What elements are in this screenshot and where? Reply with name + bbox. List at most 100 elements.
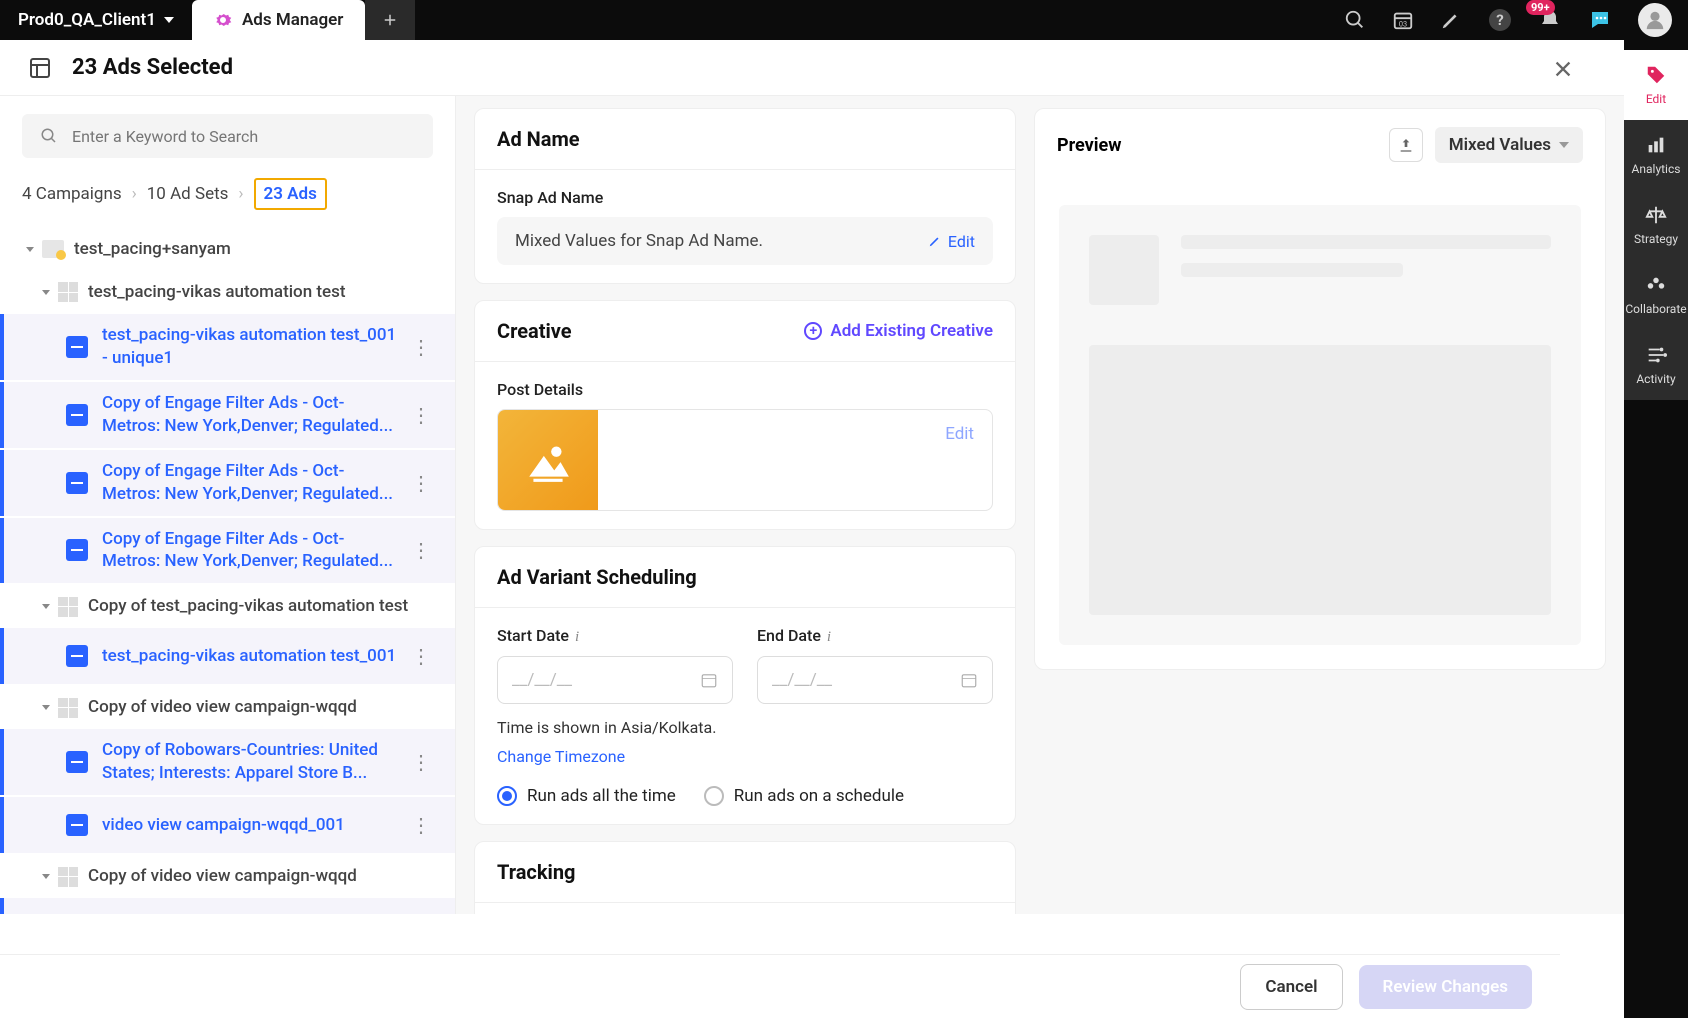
ad-icon — [66, 472, 88, 494]
add-creative-button[interactable]: +Add Existing Creative — [804, 321, 993, 341]
card-header: Ad Variant Scheduling — [475, 547, 1015, 608]
change-timezone-link[interactable]: Change Timezone — [497, 747, 625, 766]
post-edit-link[interactable]: Edit — [927, 410, 992, 510]
close-button[interactable] — [1546, 52, 1580, 90]
more-button[interactable]: ⋮ — [401, 750, 441, 774]
tracking-card: Tracking Impression Tag Urlsi — [474, 841, 1016, 914]
chat-button[interactable] — [1588, 8, 1612, 32]
search-input[interactable] — [72, 127, 415, 146]
rail-collaborate[interactable]: Collaborate — [1624, 260, 1688, 330]
tree-label: Copy of Engage Filter Ads - Oct-Metros: … — [102, 392, 401, 438]
card-header: Tracking — [475, 842, 1015, 903]
more-button[interactable]: ⋮ — [401, 538, 441, 562]
search-button[interactable] — [1344, 9, 1366, 31]
rail-analytics[interactable]: Analytics — [1624, 120, 1688, 190]
section-title: Ad Name — [497, 127, 580, 151]
schedule-radios: Run ads all the time Run ads on a schedu… — [497, 786, 993, 806]
help-button[interactable]: ? — [1488, 8, 1512, 32]
timezone-text: Time is shown in Asia/Kolkata. — [497, 718, 993, 737]
more-button[interactable]: ⋮ — [401, 644, 441, 668]
end-date-input[interactable]: __/__/__ — [757, 656, 993, 704]
tree-ad[interactable]: Copy of Robowars-Countries: United⋮ — [0, 898, 455, 914]
card-header: Creative +Add Existing Creative — [475, 301, 1015, 362]
grid-icon — [58, 597, 78, 617]
start-date-col: Start Datei __/__/__ — [497, 626, 733, 704]
radio-all-time[interactable]: Run ads all the time — [497, 786, 676, 806]
rail-label: Analytics — [1632, 162, 1681, 176]
main-content: 4 Campaigns › 10 Ad Sets › 23 Ads test_p… — [0, 96, 1624, 914]
tree-adset[interactable]: test_pacing-vikas automation test — [0, 271, 455, 314]
card-body: Start Datei __/__/__ End Datei __/__/__ … — [475, 608, 1015, 824]
search-container — [0, 96, 455, 170]
info-icon[interactable]: i — [827, 629, 831, 645]
radio-icon — [704, 786, 724, 806]
tree-label: test_pacing+sanyam — [74, 238, 441, 261]
info-icon[interactable]: i — [575, 629, 579, 645]
tab-ads-manager[interactable]: Ads Manager — [192, 0, 365, 40]
tree-label: Copy of Engage Filter Ads - Oct-Metros: … — [102, 460, 401, 506]
more-button[interactable]: ⋮ — [401, 403, 441, 427]
date-row: Start Datei __/__/__ End Datei __/__/__ — [497, 626, 993, 704]
snap-ad-name-field[interactable]: Mixed Values for Snap Ad Name. Edit — [497, 217, 993, 265]
tree-campaign[interactable]: test_pacing+sanyam — [0, 228, 455, 271]
review-changes-button[interactable]: Review Changes — [1359, 965, 1532, 1009]
calendar-icon — [700, 671, 718, 689]
field-label: Post Details — [497, 380, 993, 399]
rail-activity[interactable]: Activity — [1624, 330, 1688, 400]
tree-ad[interactable]: Copy of Robowars-Countries: United State… — [0, 729, 455, 795]
more-button[interactable]: ⋮ — [401, 813, 441, 837]
notifications-button[interactable]: 99+ — [1538, 8, 1562, 32]
post-details-box: Edit — [497, 409, 993, 511]
section-title: Ad Variant Scheduling — [497, 565, 697, 589]
tree-adset[interactable]: Copy of test_pacing-vikas automation tes… — [0, 585, 455, 628]
tree-ad[interactable]: test_pacing-vikas automation test_001 - … — [0, 314, 455, 380]
new-tab-button[interactable] — [365, 0, 415, 40]
tree-ad[interactable]: Copy of Engage Filter Ads - Oct-Metros: … — [0, 382, 455, 448]
mixed-values-dropdown[interactable]: Mixed Values — [1435, 127, 1583, 163]
field-label: Start Datei — [497, 626, 733, 646]
tree-ad[interactable]: Copy of Engage Filter Ads - Oct-Metros: … — [0, 518, 455, 584]
radio-schedule[interactable]: Run ads on a schedule — [704, 786, 904, 806]
search-box[interactable] — [22, 114, 433, 158]
tree-ad[interactable]: Copy of Engage Filter Ads - Oct-Metros: … — [0, 450, 455, 516]
tree-ad[interactable]: video view campaign-wqqd_001⋮ — [0, 797, 455, 853]
upload-button[interactable] — [1389, 128, 1423, 162]
breadcrumb-ads[interactable]: 23 Ads — [254, 178, 327, 210]
tree-label: Copy of video view campaign-wqqd — [88, 696, 441, 719]
client-selector[interactable]: Prod0_QA_Client1 — [0, 10, 192, 30]
breadcrumb-campaigns[interactable]: 4 Campaigns — [22, 184, 122, 204]
left-sidebar: 4 Campaigns › 10 Ad Sets › 23 Ads test_p… — [0, 96, 456, 914]
more-button[interactable]: ⋮ — [401, 335, 441, 359]
tree-ad[interactable]: test_pacing-vikas automation test_001⋮ — [0, 628, 455, 684]
rail-edit[interactable]: Edit — [1624, 50, 1688, 120]
start-date-input[interactable]: __/__/__ — [497, 656, 733, 704]
skeleton-line — [1181, 263, 1403, 277]
rail-strategy[interactable]: Strategy — [1624, 190, 1688, 260]
grid-icon — [58, 282, 78, 302]
tag-icon — [1645, 64, 1667, 86]
edit-button[interactable] — [1440, 9, 1462, 31]
breadcrumb: 4 Campaigns › 10 Ad Sets › 23 Ads — [0, 170, 455, 224]
calendar-button[interactable]: 03 — [1392, 9, 1414, 31]
chat-icon — [1588, 8, 1612, 32]
tree-label: Copy of Robowars-Countries: United State… — [102, 739, 401, 785]
chevron-right-icon: › — [238, 184, 243, 204]
preview-card: Preview Mixed Values — [1034, 108, 1606, 670]
edit-link[interactable]: Edit — [928, 232, 975, 251]
tree-list: test_pacing+sanyam test_pacing-vikas aut… — [0, 224, 455, 914]
creative-card: Creative +Add Existing Creative Post Det… — [474, 300, 1016, 530]
more-button[interactable]: ⋮ — [401, 471, 441, 495]
tree-adset[interactable]: Copy of video view campaign-wqqd — [0, 855, 455, 898]
field-value: Mixed Values for Snap Ad Name. — [515, 231, 763, 251]
section-title: Creative — [497, 319, 572, 343]
cancel-button[interactable]: Cancel — [1240, 964, 1342, 1010]
tree-label: test_pacing-vikas automation test_001 — [102, 645, 401, 668]
tree-adset[interactable]: Copy of video view campaign-wqqd — [0, 686, 455, 729]
caret-icon — [26, 247, 34, 252]
notification-badge: 99+ — [1526, 0, 1555, 15]
user-avatar[interactable] — [1638, 3, 1672, 37]
ad-icon — [66, 645, 88, 667]
breadcrumb-adsets[interactable]: 10 Ad Sets — [147, 184, 229, 204]
card-body: Impression Tag Urlsi — [475, 903, 1015, 914]
svg-text:03: 03 — [1399, 19, 1407, 28]
